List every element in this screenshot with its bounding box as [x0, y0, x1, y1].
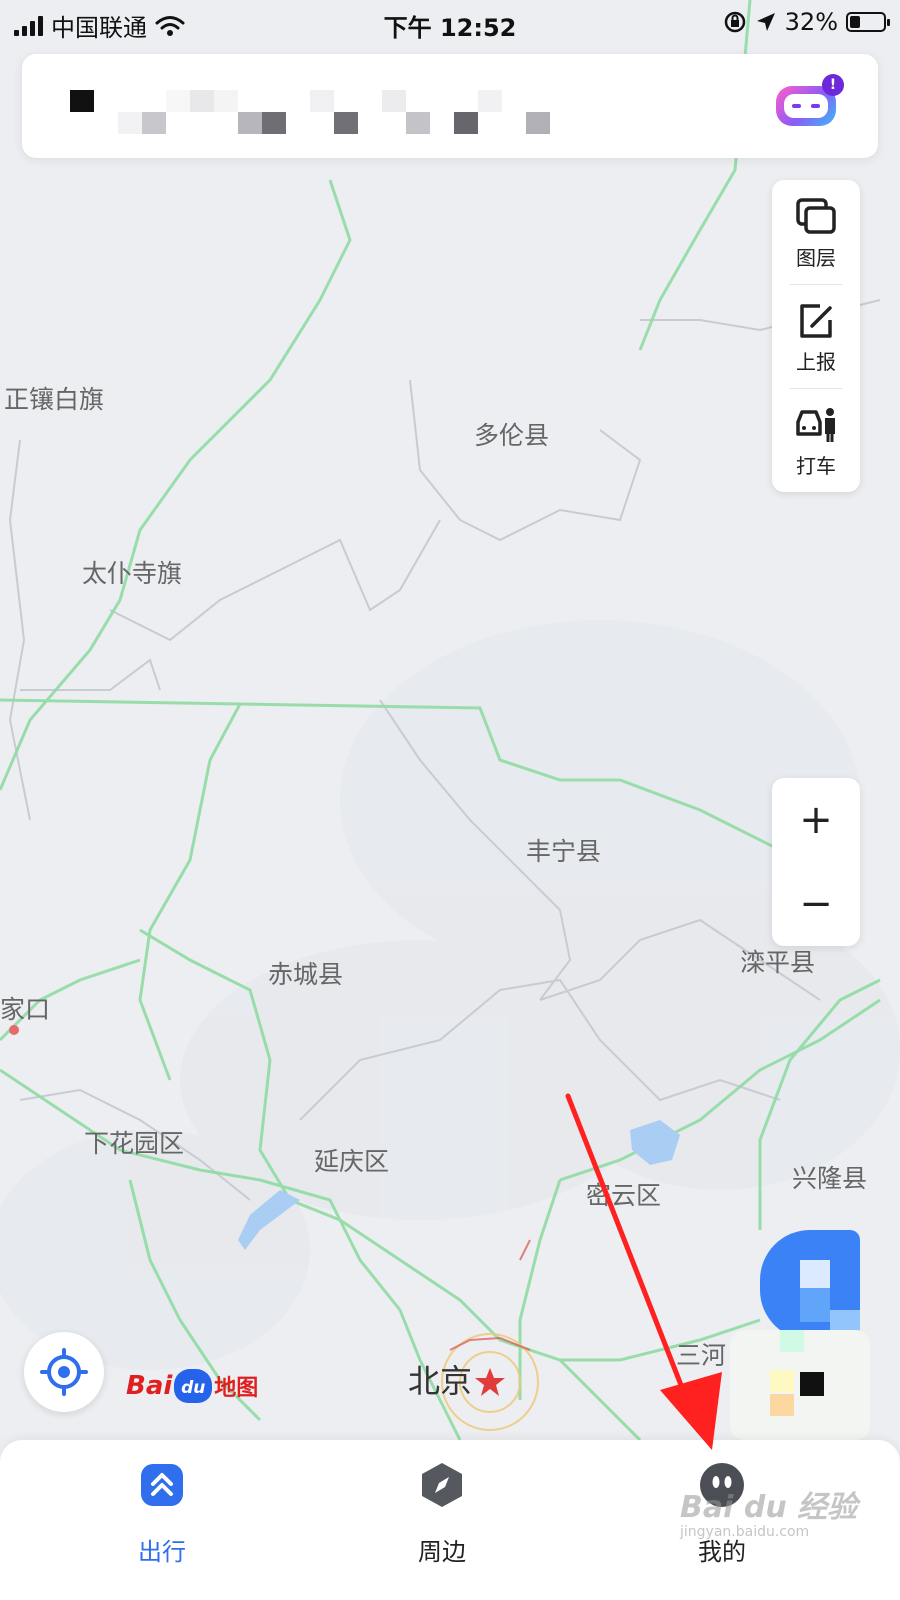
- rotation-lock-icon: [724, 11, 745, 33]
- map-label-chicheng: 赤城县: [268, 961, 343, 989]
- locate-button[interactable]: [24, 1332, 104, 1412]
- taxi-button[interactable]: 打车: [772, 388, 860, 492]
- map-tools-panel: 图层 上报 打车: [772, 180, 860, 492]
- zoom-out-button[interactable]: −: [772, 862, 860, 946]
- map-label-beijing: 北京: [408, 1363, 472, 1399]
- bottom-navigation: 出行 周边 我的: [0, 1440, 900, 1600]
- compass-icon: [422, 1463, 462, 1507]
- crosshair-icon: [40, 1348, 88, 1396]
- search-bar[interactable]: !: [22, 54, 878, 158]
- zoom-in-button[interactable]: +: [772, 778, 860, 862]
- ai-assistant-button[interactable]: !: [774, 74, 844, 132]
- map-label-xinglong: 兴隆县: [792, 1165, 867, 1193]
- tab-travel-label: 出行: [138, 1538, 186, 1566]
- baidu-map-logo: Bai du 地图: [126, 1369, 259, 1403]
- zoom-controls: + −: [772, 778, 860, 946]
- tab-travel[interactable]: 出行: [92, 1460, 232, 1570]
- layers-button[interactable]: 图层: [772, 180, 860, 284]
- floating-avatar-redacted[interactable]: [730, 1220, 880, 1440]
- tab-nearby-label: 周边: [418, 1538, 466, 1566]
- map-label-zhangjiakou: 家口: [0, 996, 50, 1024]
- battery-percent: 32%: [784, 8, 838, 36]
- map-label-zhengxiang: 正镶白旗: [4, 386, 104, 414]
- travel-icon: [141, 1464, 183, 1506]
- battery-icon: [846, 12, 890, 32]
- report-label: 上报: [796, 350, 836, 374]
- layers-icon: [796, 198, 836, 234]
- report-button[interactable]: 上报: [772, 284, 860, 388]
- map-label-taipusi: 太仆寺旗: [82, 560, 182, 588]
- taxi-label: 打车: [796, 454, 836, 478]
- notification-badge: !: [822, 74, 844, 96]
- map-label-fengning: 丰宁县: [526, 838, 601, 866]
- map-label-xiahuayuan: 下花园区: [84, 1130, 184, 1158]
- profile-icon: [700, 1463, 744, 1507]
- tab-nearby[interactable]: 周边: [372, 1460, 512, 1570]
- tab-profile[interactable]: 我的: [652, 1460, 792, 1570]
- edit-report-icon: [800, 304, 832, 338]
- map-label-sanhe: 三河: [676, 1342, 726, 1370]
- map-label-duolun: 多伦县: [474, 422, 549, 450]
- map-label-luanping: 滦平县: [740, 949, 815, 977]
- taxi-icon: [796, 408, 835, 442]
- map-label-yanqing: 延庆区: [314, 1148, 389, 1176]
- layers-label: 图层: [796, 246, 836, 270]
- search-text-redacted: [70, 90, 550, 134]
- status-bar: 中国联通 下午 12:52 32%: [0, 0, 900, 46]
- map-label-miyun: 密云区: [586, 1182, 661, 1210]
- location-arrow-icon: [756, 13, 775, 31]
- tab-profile-label: 我的: [698, 1538, 746, 1566]
